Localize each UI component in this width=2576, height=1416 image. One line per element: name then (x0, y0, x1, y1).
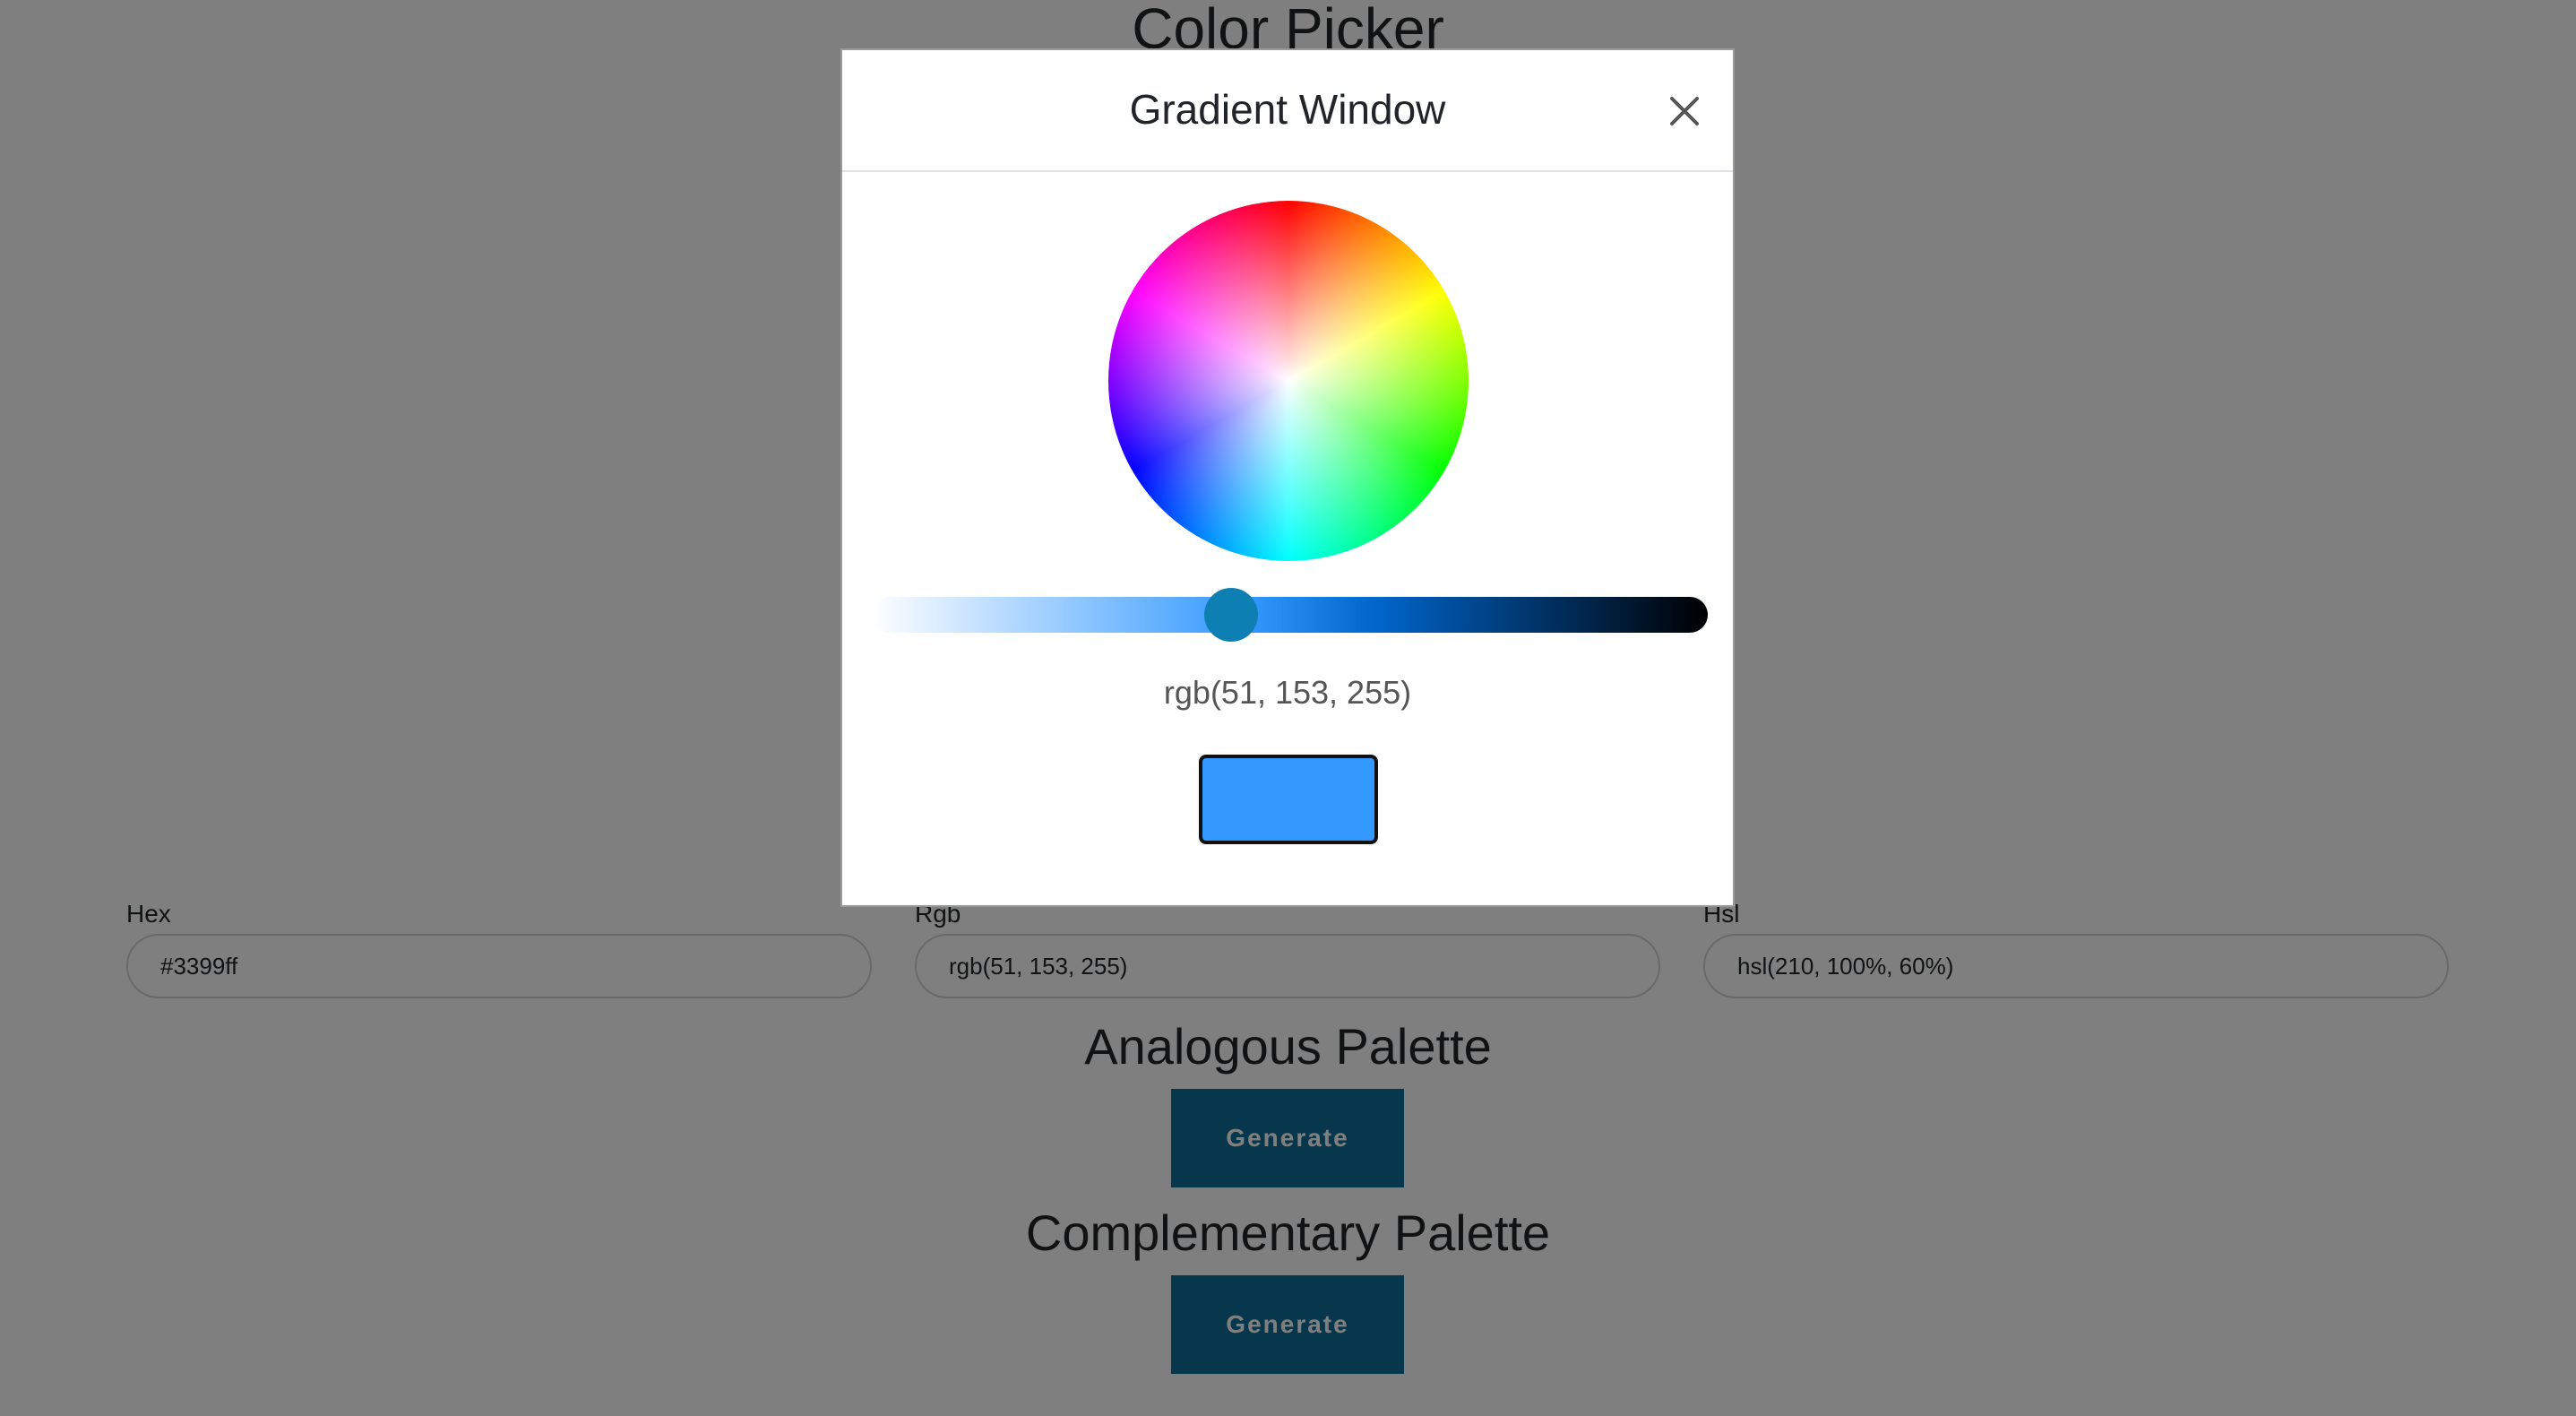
close-button[interactable] (1658, 84, 1711, 138)
modal-header: Gradient Window (842, 50, 1733, 172)
shade-slider-thumb[interactable] (1204, 588, 1258, 642)
shade-slider[interactable] (871, 588, 1708, 642)
gradient-window-modal: Gradient Window rgb(51, 153, 255) (840, 48, 1735, 907)
close-icon (1670, 97, 1699, 125)
modal-title: Gradient Window (1129, 86, 1446, 133)
selected-color-swatch (1199, 755, 1378, 844)
rgb-readout: rgb(51, 153, 255) (1163, 674, 1412, 711)
color-wheel[interactable] (1108, 201, 1469, 561)
